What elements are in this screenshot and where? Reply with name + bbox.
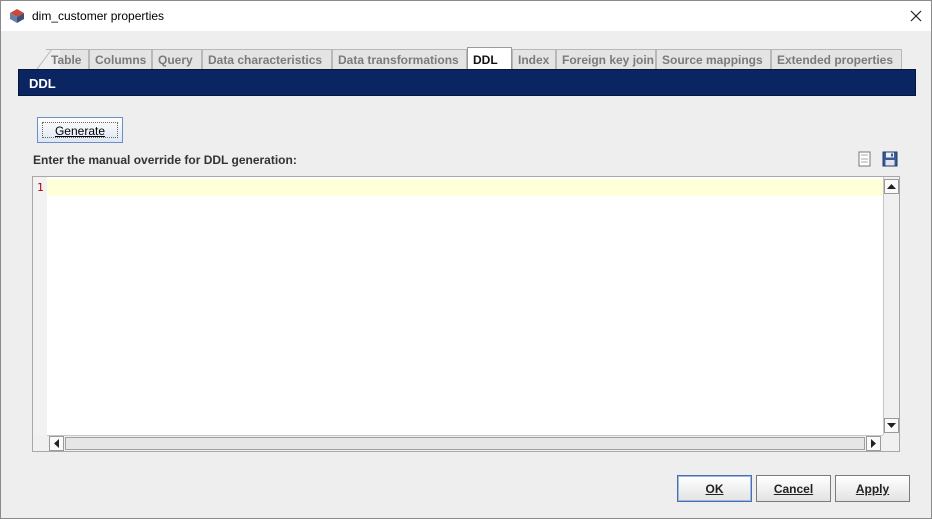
tab-table[interactable]: Table (46, 49, 89, 69)
generate-button-label: Generate (54, 124, 106, 138)
apply-button-label: Apply (855, 482, 890, 496)
tab-extended-properties[interactable]: Extended properties (771, 49, 902, 69)
vertical-scrollbar[interactable] (883, 177, 899, 435)
arrow-left-icon (54, 439, 59, 448)
scroll-left-button[interactable] (49, 436, 64, 451)
panel-title: DDL (29, 76, 56, 91)
tab-ddl[interactable]: DDL (467, 47, 512, 69)
horizontal-scroll-thumb[interactable] (65, 437, 865, 450)
apply-button[interactable]: Apply (835, 475, 910, 502)
tab-query[interactable]: Query (152, 49, 202, 69)
tab-label: DDL (473, 53, 498, 67)
ddl-text-area[interactable] (47, 177, 883, 435)
close-icon (910, 10, 922, 22)
tab-columns[interactable]: Columns (89, 49, 152, 69)
scroll-down-button[interactable] (884, 418, 899, 433)
arrow-up-icon (887, 184, 896, 189)
scroll-up-button[interactable] (884, 179, 899, 194)
tab-label: Data characteristics (208, 53, 323, 67)
line-number-gutter: 1 (33, 177, 47, 435)
properties-dialog: dim_customer properties Table Columns Qu… (0, 0, 932, 519)
tab-index[interactable]: Index (512, 49, 556, 69)
tab-label: Index (518, 53, 550, 67)
tab-label: Foreign key join (562, 53, 655, 67)
arrow-right-icon (871, 439, 876, 448)
tab-source-mappings[interactable]: Source mappings (656, 49, 771, 69)
ddl-editor: 1 (32, 176, 900, 452)
generate-button[interactable]: Generate (37, 117, 123, 143)
note-button[interactable] (856, 150, 874, 168)
tab-strip: Table Columns Query Data characteristics… (18, 47, 918, 69)
save-button[interactable] (881, 150, 899, 168)
tab-data-transformations[interactable]: Data transformations (332, 49, 467, 69)
tab-label: Data transformations (338, 53, 459, 67)
cancel-button[interactable]: Cancel (756, 475, 831, 502)
close-button[interactable] (901, 1, 931, 31)
tab-label: Source mappings (662, 53, 763, 67)
scrollbar-corner (883, 435, 899, 451)
cancel-button-label: Cancel (773, 482, 814, 496)
line-number: 1 (37, 181, 44, 194)
scrollbar-corner-left (33, 435, 47, 451)
tab-label: Query (158, 53, 193, 67)
note-icon (858, 151, 871, 167)
tab-data-characteristics[interactable]: Data characteristics (202, 49, 332, 69)
ok-button[interactable]: OK (677, 475, 752, 502)
tab-label: Extended properties (777, 53, 894, 67)
title-bar: dim_customer properties (1, 1, 931, 31)
window-title: dim_customer properties (32, 9, 165, 23)
tab-foreign-key-join[interactable]: Foreign key join (556, 49, 656, 69)
app-logo-icon (10, 9, 24, 23)
override-label: Enter the manual override for DDL genera… (33, 153, 297, 167)
arrow-down-icon (887, 423, 896, 428)
scroll-right-button[interactable] (866, 436, 881, 451)
save-icon (882, 151, 898, 167)
horizontal-scrollbar[interactable] (47, 435, 883, 451)
tab-label: Columns (95, 53, 147, 67)
tab-label: Table (51, 53, 82, 67)
panel-header: DDL (18, 69, 916, 96)
ok-button-label: OK (705, 482, 724, 496)
